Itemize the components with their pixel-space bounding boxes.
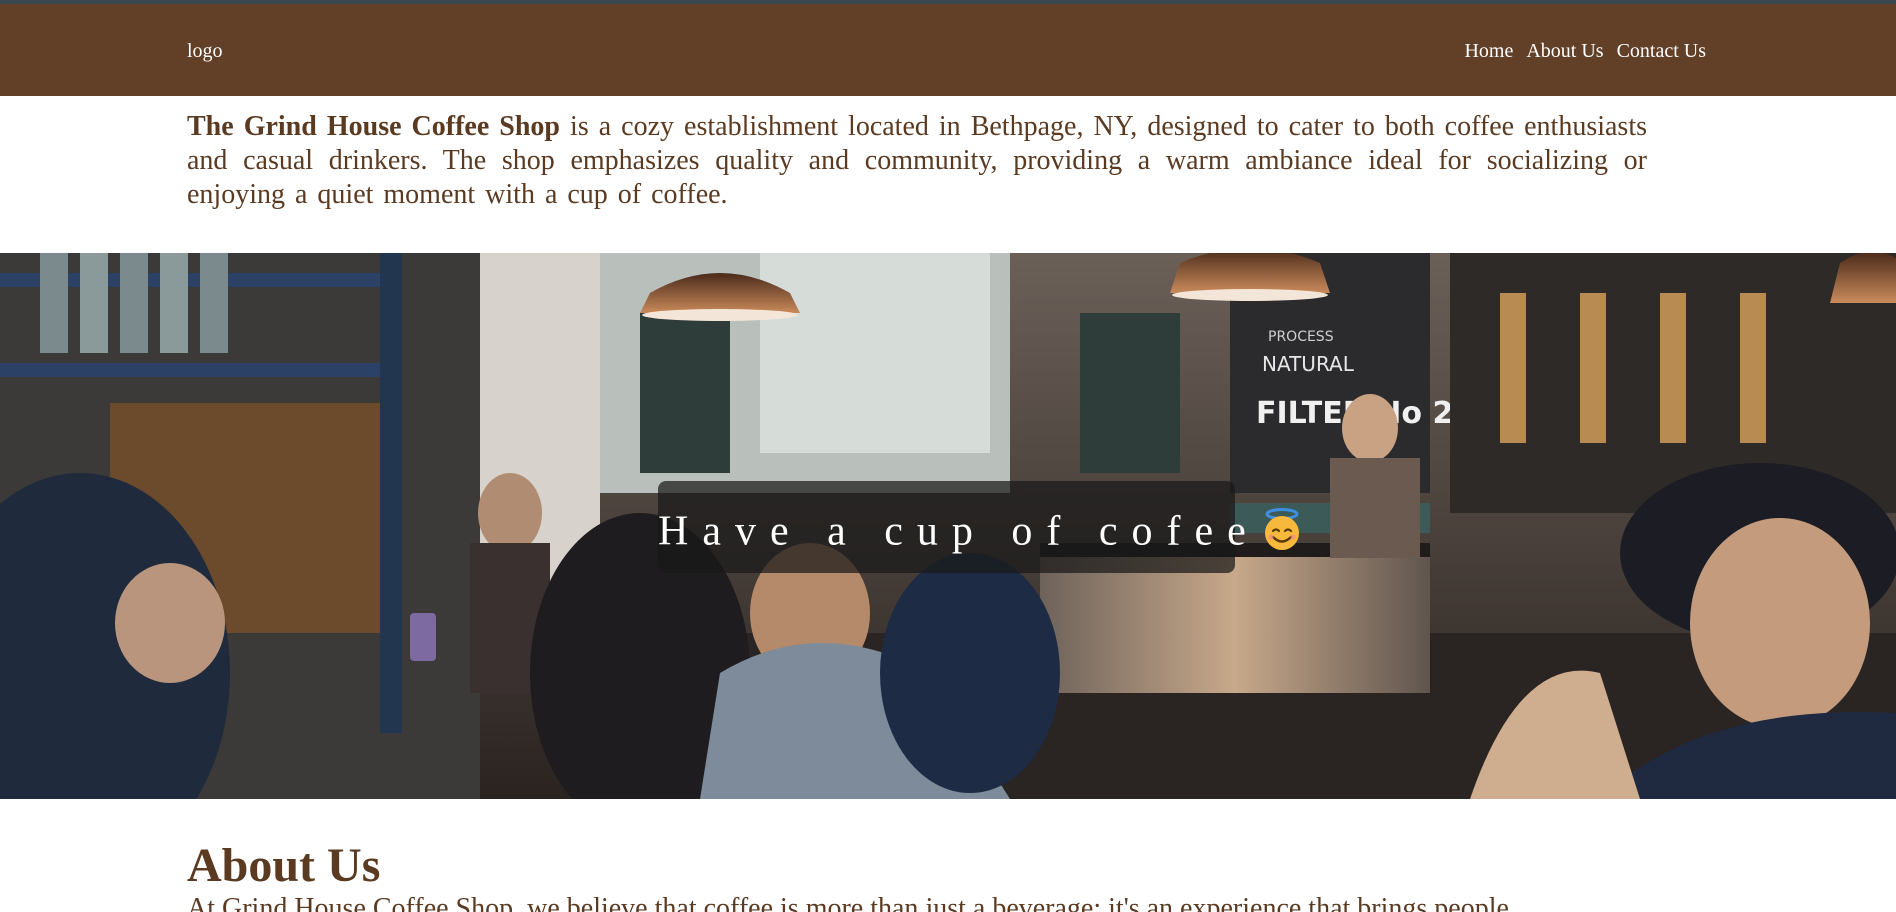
intro-paragraph: The Grind House Coffee Shop is a cozy es… [187, 110, 1647, 212]
nav-link-contact-us[interactable]: Contact Us [1617, 40, 1706, 63]
shop-name: The Grind House Coffee Shop [187, 111, 561, 142]
smiling-face-with-halo-icon [1264, 508, 1299, 551]
about-heading: About Us [187, 839, 381, 892]
about-paragraph: At Grind House Coffee Shop, we believe t… [187, 893, 1509, 912]
tagline: Have a cup of cofee [658, 500, 1299, 556]
navbar: logo Home About Us Contact Us [0, 4, 1896, 96]
logo[interactable]: logo [187, 40, 223, 63]
main-nav: Home About Us Contact Us [1464, 40, 1706, 63]
tagline-text: Have a cup of cofee [658, 508, 1260, 555]
chalkboard-process: PROCESS [1268, 329, 1334, 345]
chalkboard-natural: NATURAL [1262, 352, 1355, 376]
nav-link-about-us[interactable]: About Us [1526, 40, 1603, 63]
nav-link-home[interactable]: Home [1464, 40, 1513, 63]
